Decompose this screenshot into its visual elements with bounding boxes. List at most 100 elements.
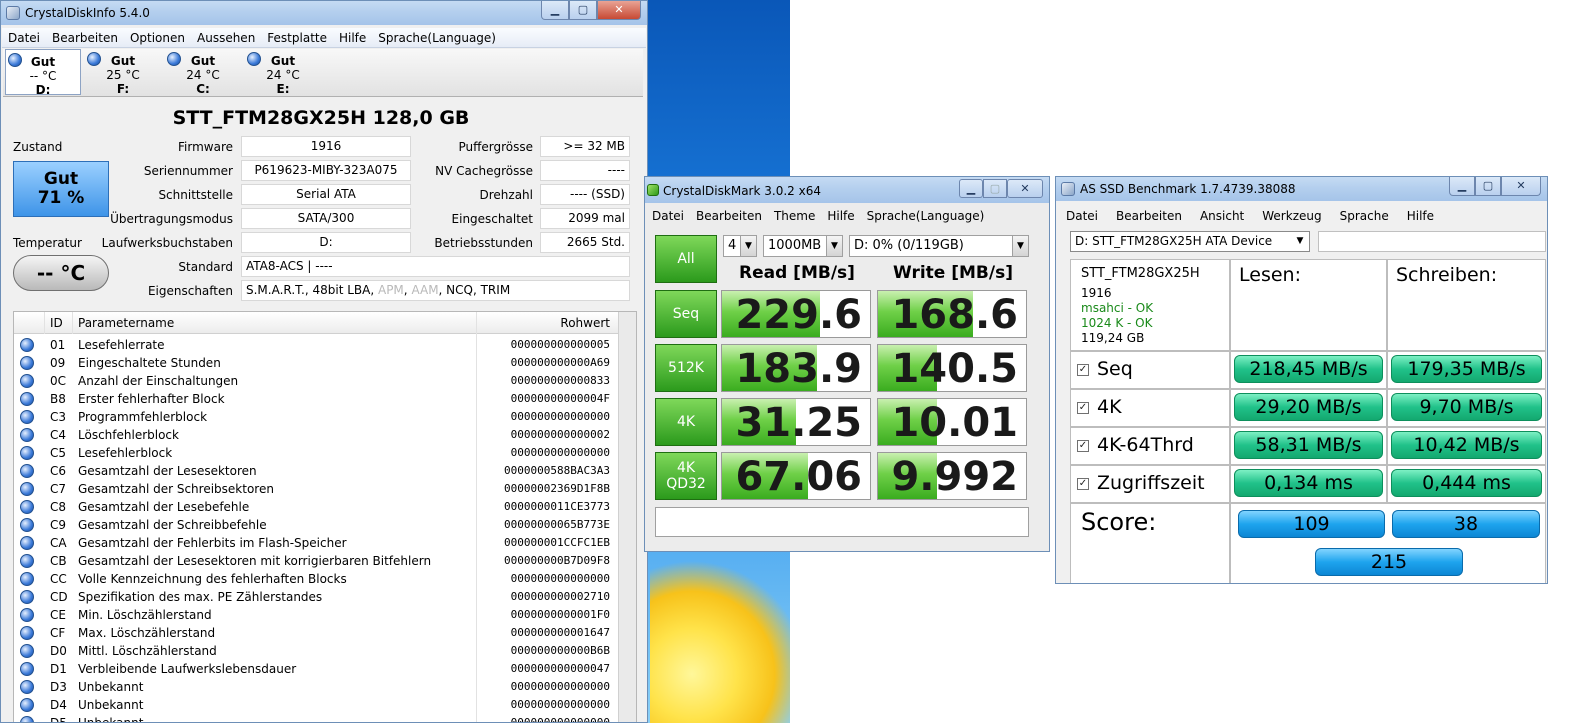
smart-id: CD — [50, 590, 68, 604]
smart-table-row[interactable]: CF Max. Löschzählerstand 000000000001647 — [14, 624, 636, 642]
cdm-test-button[interactable]: 4K — [655, 398, 717, 446]
smart-table-row[interactable]: CE Min. Löschzählerstand 0000000000001F0 — [14, 606, 636, 624]
feature-aam-disabled: AAM — [411, 283, 439, 297]
cdm-runs-select[interactable]: 4 ▼ — [723, 235, 757, 257]
as-write-header-cell: Schreiben: — [1387, 259, 1546, 351]
as-maximize-button[interactable]: ▢ — [1475, 177, 1501, 196]
cdi-titlebar[interactable]: CrystalDiskInfo 5.4.0 ▁ ▢ ✕ — [1, 1, 647, 25]
smart-table-row[interactable]: B8 Erster fehlerhafter Block 0000000000000… — [14, 390, 636, 408]
smart-table-row[interactable]: C5 Lesefehlerblock 000000000000000 — [14, 444, 636, 462]
as-read-header-cell: Lesen: — [1230, 259, 1387, 351]
cdi-menu-optionen[interactable]: Optionen — [124, 31, 191, 45]
smart-table-row[interactable]: D3 Unbekannt 000000000000000 — [14, 678, 636, 696]
smart-id: 0C — [50, 374, 67, 388]
smart-table-row[interactable]: 0C Anzahl der Einschaltungen 0000000000008… — [14, 372, 636, 390]
cdm-menu-bearbeiten[interactable]: Bearbeiten — [690, 209, 768, 223]
cdi-menu-festplatte[interactable]: Festplatte — [261, 31, 333, 45]
smart-table-row[interactable]: C9 Gesamtzahl der Schreibbefehle 000000000… — [14, 516, 636, 534]
as-menu-ansicht[interactable]: Ansicht — [1191, 209, 1253, 223]
smart-table-row[interactable]: D5 Unbekannt 000000000000000 — [14, 714, 636, 722]
smart-table-row[interactable]: 09 Eingeschaltete Stunden 000000000000A69 — [14, 354, 636, 372]
cdm-test-button[interactable]: 512K — [655, 344, 717, 392]
cdm-close-button[interactable]: ✕ — [1007, 179, 1043, 198]
cdm-test-button[interactable]: 4K QD32 — [655, 452, 717, 500]
cdm-menu-datei[interactable]: Datei — [646, 209, 690, 223]
smart-table-row[interactable]: CD Spezifikation des max. PE Zählerstande… — [14, 588, 636, 606]
as-menubar: Datei Bearbeiten Ansicht Werkzeug Sprach… — [1057, 206, 1546, 226]
cdm-write-result: 9.992 — [877, 452, 1027, 500]
smart-status-icon — [20, 338, 34, 352]
smart-table-row[interactable]: C7 Gesamtzahl der Schreibsektoren 00000002… — [14, 480, 636, 498]
transfer-value: SATA/300 — [241, 208, 411, 229]
drive-button-e[interactable]: Gut 24 °C E: — [245, 49, 321, 96]
cdm-read-value: 183.9 — [735, 346, 862, 392]
drive-button-c[interactable]: Gut 24 °C C: — [165, 49, 241, 96]
cdm-titlebar[interactable]: CrystalDiskMark 3.0.2 x64 ▁ ▢ ✕ — [645, 177, 1049, 203]
smart-table-row[interactable]: CC Volle Kennzeichnung des fehlerhaften B… — [14, 570, 636, 588]
smart-table-row[interactable]: 01 Lesefehlerrate 000000000000005 — [14, 336, 636, 354]
smart-table-row[interactable]: CA Gesamtzahl der Fehlerbits im Flash-Spe… — [14, 534, 636, 552]
col-header-raw[interactable]: Rohwert — [560, 316, 610, 330]
cdm-all-button[interactable]: All — [655, 235, 717, 283]
as-menu-werkzeug[interactable]: Werkzeug — [1253, 209, 1330, 223]
cdi-menubar: Datei Bearbeiten Optionen Aussehen Festp… — [2, 28, 646, 48]
drive-button-f[interactable]: Gut 25 °C F: — [85, 49, 161, 96]
smart-table-row[interactable]: D1 Verbleibende Laufwerkslebensdauer 00000… — [14, 660, 636, 678]
cdi-menu-hilfe[interactable]: Hilfe — [333, 31, 372, 45]
smart-raw: 0000000000001F0 — [510, 608, 610, 621]
as-info-driver: msahci - OK — [1081, 301, 1154, 315]
as-menu-hilfe[interactable]: Hilfe — [1398, 209, 1443, 223]
cdm-drive-select[interactable]: D: 0% (0/119GB) ▼ — [849, 235, 1029, 257]
smart-table-row[interactable]: D0 Mittl. Löschzählerstand 000000000000B6B — [14, 642, 636, 660]
cdm-menu-hilfe[interactable]: Hilfe — [821, 209, 860, 223]
smart-status-icon — [20, 572, 34, 586]
smart-attribute-table[interactable]: ID Parametername Rohwert 01 Lesefehlerrat… — [13, 311, 637, 722]
as-minimize-button[interactable]: ▁ — [1449, 177, 1475, 196]
temperatur-label: Temperatur — [13, 236, 82, 250]
col-header-name[interactable]: Parametername — [78, 316, 174, 330]
cdi-maximize-button[interactable]: ▢ — [569, 1, 597, 20]
cdm-maximize-button[interactable]: ▢ — [983, 179, 1007, 198]
smart-id: D1 — [50, 662, 67, 676]
as-close-button[interactable]: ✕ — [1501, 177, 1541, 196]
cdi-menu-bearbeiten[interactable]: Bearbeiten — [46, 31, 124, 45]
cdi-menu-datei[interactable]: Datei — [2, 31, 46, 45]
cdm-minimize-button[interactable]: ▁ — [959, 179, 983, 198]
cdm-test-button[interactable]: Seq — [655, 290, 717, 338]
smart-table-row[interactable]: C8 Gesamtzahl der Lesebefehle 0000000011CE… — [14, 498, 636, 516]
as-test-checkbox[interactable]: ✓ — [1077, 478, 1089, 490]
cdm-menu-theme[interactable]: Theme — [768, 209, 821, 223]
cdi-menu-aussehen[interactable]: Aussehen — [191, 31, 261, 45]
cdm-comment-field[interactable] — [655, 507, 1029, 537]
as-device-select[interactable]: D: STT_FTM28GX25H ATA Device ▼ — [1070, 231, 1310, 252]
smart-table-row[interactable]: C6 Gesamtzahl der Lesesektoren 0000000588B… — [14, 462, 636, 480]
smart-table-row[interactable]: D4 Unbekannt 000000000000000 — [14, 696, 636, 714]
as-titlebar[interactable]: AS SSD Benchmark 1.7.4739.38088 ▁ ▢ ✕ — [1056, 177, 1547, 201]
as-ssd-app-icon — [1061, 182, 1075, 196]
as-test-checkbox[interactable]: ✓ — [1077, 364, 1089, 376]
cdi-menu-sprache[interactable]: Sprache(Language) — [372, 31, 502, 45]
interface-value: Serial ATA — [241, 184, 411, 205]
cdi-close-button[interactable]: ✕ — [597, 1, 641, 20]
as-test-checkbox[interactable]: ✓ — [1077, 402, 1089, 414]
cdi-minimize-button[interactable]: ▁ — [541, 1, 569, 20]
cdm-menu-sprache[interactable]: Sprache(Language) — [861, 209, 991, 223]
drive-temp: 24 °C — [266, 68, 300, 82]
smart-table-row[interactable]: C4 Löschfehlerblock 000000000000002 — [14, 426, 636, 444]
col-header-id[interactable]: ID — [50, 316, 63, 330]
cdm-size-select[interactable]: 1000MB ▼ — [763, 235, 843, 257]
as-read-value: 29,20 MB/s — [1234, 393, 1383, 421]
smart-table-row[interactable]: C3 Programmfehlerblock 000000000000000 — [14, 408, 636, 426]
smart-table-scrollbar[interactable] — [618, 312, 636, 722]
as-extra-input[interactable] — [1318, 231, 1546, 252]
drive-button-d[interactable]: Gut -- °C D: — [5, 49, 81, 97]
smart-table-row[interactable]: CB Gesamtzahl der Lesesektoren mit korrig… — [14, 552, 636, 570]
smart-raw: 0000000588BAC3A3 — [504, 464, 610, 477]
as-menu-sprache[interactable]: Sprache — [1331, 209, 1398, 223]
as-test-checkbox[interactable]: ✓ — [1077, 440, 1089, 452]
as-score-label: Score: — [1081, 508, 1157, 536]
as-menu-bearbeiten[interactable]: Bearbeiten — [1107, 209, 1191, 223]
smart-name: Gesamtzahl der Lesebefehle — [78, 500, 250, 514]
smart-name: Programmfehlerblock — [78, 410, 208, 424]
as-menu-datei[interactable]: Datei — [1057, 209, 1107, 223]
